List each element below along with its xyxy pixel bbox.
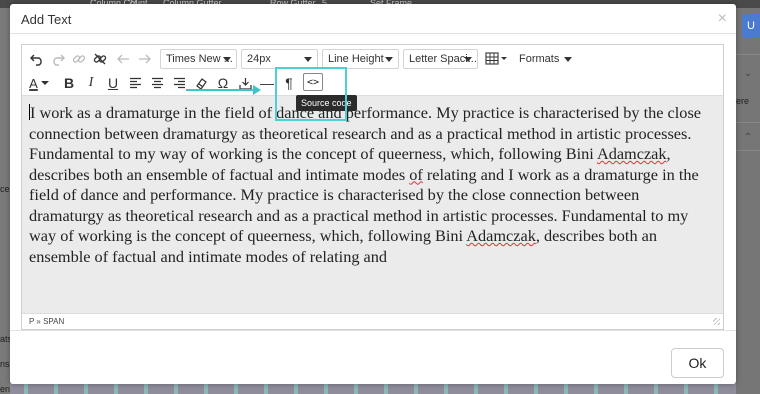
annotation-highlight-box <box>275 67 347 121</box>
font-size-value: 24px <box>247 53 271 65</box>
background-canvas-strip <box>10 383 736 394</box>
table-icon[interactable] <box>482 48 512 70</box>
redo-icon[interactable] <box>47 48 69 70</box>
element-path: P » SPAN <box>29 317 65 326</box>
editor-content-area[interactable]: I work as a dramaturge in the field of d… <box>22 95 723 313</box>
add-text-dialog: Add Text × Times New ... 24px Line Heigh… <box>10 4 736 384</box>
letter-spacing-select[interactable]: Letter Spaci... <box>403 49 478 69</box>
dialog-footer: Ok <box>10 330 736 384</box>
toolbar-row-2: A B I U Ω — ¶ <box>22 71 723 95</box>
bold-icon[interactable]: B <box>58 72 80 94</box>
font-size-select[interactable]: 24px <box>241 49 318 69</box>
misspelled-word: Adamczak <box>596 144 667 163</box>
outdent-icon[interactable] <box>112 48 134 70</box>
dialog-title: Add Text <box>21 12 72 27</box>
bg-right-label: ere <box>736 96 750 106</box>
bg-right-button[interactable]: U <box>742 14 760 38</box>
align-center-icon[interactable] <box>146 72 168 94</box>
rich-text-editor: Times New ... 24px Line Height Letter Sp… <box>21 44 724 330</box>
formats-label: Formats <box>519 53 560 65</box>
align-left-icon[interactable] <box>124 72 146 94</box>
bg-left-label: ns <box>0 359 10 369</box>
background-left-panel: ce ats ns end <box>0 8 15 394</box>
misspelled-word: Adamczak <box>466 226 536 245</box>
chevron-down-icon[interactable]: ⌃ <box>744 132 752 143</box>
divider <box>736 54 760 55</box>
undo-icon[interactable] <box>26 48 48 70</box>
font-color-icon[interactable]: A <box>26 72 52 94</box>
toolbar-row-1: Times New ... 24px Line Height Letter Sp… <box>22 47 723 71</box>
chevron-down-icon[interactable]: ⌄ <box>744 68 752 79</box>
font-family-select[interactable]: Times New ... <box>160 49 237 69</box>
resize-handle-icon[interactable] <box>713 318 720 325</box>
formats-menu[interactable]: Formats <box>519 49 573 69</box>
annotation-arrow-head <box>253 85 261 95</box>
ok-button[interactable]: Ok <box>671 348 724 378</box>
dialog-header: Add Text × <box>10 4 736 34</box>
divider <box>736 122 760 123</box>
caret-down-icon <box>564 56 573 62</box>
link-icon[interactable] <box>68 48 90 70</box>
close-icon[interactable]: × <box>718 10 727 28</box>
divider <box>736 150 760 151</box>
line-height-value: Line Height <box>328 53 384 65</box>
unlink-icon[interactable] <box>89 48 111 70</box>
background-right-panel: U ⌄ ere ⌃ <box>736 8 760 394</box>
editor-statusbar: P » SPAN <box>22 313 723 329</box>
line-height-select[interactable]: Line Height <box>322 49 399 69</box>
misspelled-word: of <box>409 164 423 184</box>
caret-down-icon <box>223 57 231 62</box>
bg-left-label: ce <box>0 184 10 194</box>
caret-down-icon <box>464 57 472 62</box>
caret-down-icon <box>385 57 393 62</box>
indent-icon[interactable] <box>134 48 156 70</box>
italic-icon[interactable]: I <box>80 72 102 94</box>
underline-icon[interactable]: U <box>102 72 124 94</box>
caret-down-icon <box>304 57 312 62</box>
font-color-glyph: A <box>29 75 38 91</box>
annotation-arrow <box>186 89 256 91</box>
